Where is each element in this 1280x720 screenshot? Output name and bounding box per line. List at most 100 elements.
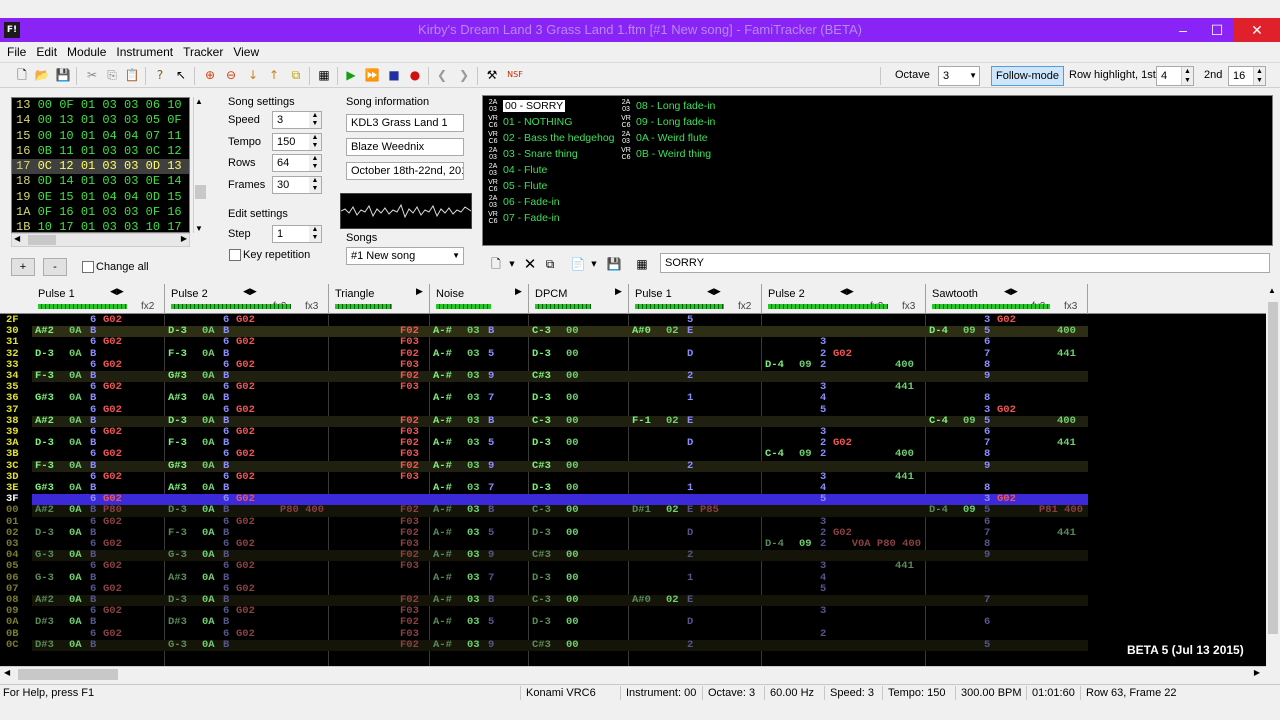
- effect-cell[interactable]: P80 400: [280, 505, 324, 516]
- clone-instrument-icon[interactable]: ⧉: [542, 256, 558, 272]
- spin-arrows-icon[interactable]: ▲ ▼: [1181, 67, 1193, 85]
- scroll-right-icon[interactable]: ▶: [181, 234, 187, 243]
- instrument-item[interactable]: VR C6 0B - Weird thing: [618, 146, 711, 162]
- note-cell[interactable]: D#3: [35, 617, 54, 628]
- instrument-cell[interactable]: 00: [566, 527, 579, 539]
- note-cell[interactable]: F-1: [632, 415, 651, 427]
- frame-row[interactable]: 14 00 13 01 03 03 05 0F 01: [12, 113, 189, 128]
- instrument-cell[interactable]: 0A: [69, 617, 82, 628]
- spin-arrows-icon[interactable]: ▲ ▼: [309, 155, 321, 171]
- instrument-cell[interactable]: 03: [467, 437, 480, 449]
- channel-expand-icon[interactable]: ▶: [615, 287, 622, 297]
- note-cell[interactable]: D-3: [35, 527, 54, 539]
- note-cell[interactable]: A-#: [433, 617, 452, 628]
- note-cell[interactable]: A-#: [433, 415, 452, 427]
- note-cell[interactable]: A-#: [433, 482, 452, 494]
- effect-cell[interactable]: G02: [236, 583, 255, 595]
- pattern-editor[interactable]: Pulse 1◀▶fx2Pulse 2◀▶fx2fx3Triangle▶Nois…: [0, 284, 1266, 666]
- volume-cell[interactable]: 5: [820, 493, 826, 505]
- effect-cell[interactable]: G02: [103, 337, 122, 348]
- channel-header[interactable]: DPCM ▶: [529, 284, 629, 314]
- effect-cell[interactable]: 400: [895, 449, 914, 460]
- frame-row[interactable]: 16 0B 11 01 03 03 0C 12 04: [12, 144, 189, 159]
- volume-cell[interactable]: 6: [223, 449, 229, 460]
- effect-cell[interactable]: F03: [400, 337, 419, 348]
- instrument-cell[interactable]: 0A: [69, 482, 82, 494]
- note-cell[interactable]: D-3: [532, 393, 551, 404]
- change-all-checkbox[interactable]: [82, 261, 94, 273]
- instrument-cell[interactable]: 00: [566, 460, 579, 472]
- help-icon[interactable]: ?: [152, 67, 168, 83]
- instrument-cell[interactable]: 00: [566, 415, 579, 427]
- instrument-cell[interactable]: 0A: [69, 572, 82, 584]
- instrument-cell[interactable]: 00: [566, 572, 579, 584]
- note-cell[interactable]: C#3: [532, 370, 551, 382]
- instrument-cell[interactable]: 00: [566, 348, 579, 360]
- note-cell[interactable]: F-3: [35, 370, 54, 382]
- channel-header[interactable]: Noise ▶: [430, 284, 529, 314]
- instrument-cell[interactable]: 0A: [202, 482, 215, 494]
- record-icon[interactable]: ●: [407, 67, 423, 83]
- effect-cell[interactable]: V0A P80 400: [852, 538, 921, 550]
- volume-cell[interactable]: B: [90, 639, 96, 651]
- volume-cell[interactable]: 9: [984, 460, 990, 472]
- volume-cell[interactable]: B: [223, 393, 229, 404]
- close-icon[interactable]: ✕: [1234, 18, 1280, 42]
- instrument-cell[interactable]: 09: [963, 505, 976, 516]
- instrument-cell[interactable]: 0A: [69, 437, 82, 449]
- note-cell[interactable]: D-4: [765, 359, 784, 371]
- effect-cell[interactable]: F02: [400, 639, 419, 651]
- note-cell[interactable]: F-3: [168, 527, 187, 539]
- effect-cell[interactable]: P81 400: [1039, 505, 1083, 516]
- effect-cell[interactable]: G02: [236, 381, 255, 393]
- volume-cell[interactable]: 6: [223, 561, 229, 572]
- effect-cell[interactable]: G02: [236, 538, 255, 550]
- scroll-up-icon[interactable]: ▲: [1268, 286, 1276, 295]
- octave-select[interactable]: 3 ▼: [938, 66, 980, 86]
- note-cell[interactable]: D-4: [929, 325, 948, 337]
- scroll-thumb[interactable]: [28, 235, 56, 245]
- instrument-cell[interactable]: 00: [566, 437, 579, 449]
- move-frame-down-icon[interactable]: ↓: [245, 67, 261, 83]
- speed-spinner[interactable]: 3 ▲ ▼: [272, 111, 322, 129]
- effect-cell[interactable]: G02: [103, 605, 122, 617]
- spin-arrows-icon[interactable]: ▲ ▼: [309, 134, 321, 150]
- note-cell[interactable]: F-3: [168, 437, 187, 449]
- effect-cell[interactable]: G02: [103, 471, 122, 483]
- volume-cell[interactable]: B: [488, 594, 494, 606]
- volume-cell[interactable]: 3: [820, 605, 826, 617]
- scroll-up-icon[interactable]: ▲: [195, 97, 203, 106]
- note-cell[interactable]: C#3: [532, 639, 551, 651]
- effect-cell[interactable]: G02: [833, 348, 852, 360]
- note-cell[interactable]: A#2: [35, 505, 54, 516]
- scroll-left-icon[interactable]: ◀: [14, 234, 20, 243]
- instrument-cell[interactable]: 09: [963, 325, 976, 337]
- volume-cell[interactable]: B: [223, 505, 229, 516]
- instrument-cell[interactable]: 0A: [69, 348, 82, 360]
- copyright-input[interactable]: October 18th-22nd, 201: [346, 162, 464, 180]
- instrument-cell[interactable]: 09: [799, 359, 812, 371]
- volume-cell[interactable]: 6: [90, 337, 96, 348]
- note-cell[interactable]: A-#: [433, 325, 452, 337]
- instrument-cell[interactable]: 0A: [202, 393, 215, 404]
- effect-cell[interactable]: G02: [103, 516, 122, 528]
- note-cell[interactable]: D-3: [35, 437, 54, 449]
- instrument-cell[interactable]: 00: [566, 549, 579, 561]
- module-properties-icon[interactable]: ▦: [316, 67, 332, 83]
- new-file-icon[interactable]: 🗋: [14, 67, 30, 83]
- tempo-spinner[interactable]: 150 ▲ ▼: [272, 133, 322, 151]
- volume-cell[interactable]: 8: [984, 393, 990, 404]
- volume-cell[interactable]: 2: [687, 549, 693, 561]
- instrument-item[interactable]: 2A 03 00 - SORRY: [485, 98, 566, 114]
- effect-cell[interactable]: G02: [103, 583, 122, 595]
- volume-cell[interactable]: 7: [984, 594, 990, 606]
- instrument-cell[interactable]: 0A: [69, 415, 82, 427]
- volume-cell[interactable]: 2: [687, 460, 693, 472]
- note-cell[interactable]: C-3: [532, 594, 551, 606]
- instrument-cell[interactable]: 00: [566, 482, 579, 494]
- volume-cell[interactable]: 7: [488, 482, 494, 494]
- note-cell[interactable]: A#0: [632, 594, 651, 606]
- step-spinner[interactable]: 1 ▲ ▼: [272, 225, 322, 243]
- instrument-cell[interactable]: 0A: [202, 437, 215, 449]
- effect-cell[interactable]: G02: [103, 359, 122, 371]
